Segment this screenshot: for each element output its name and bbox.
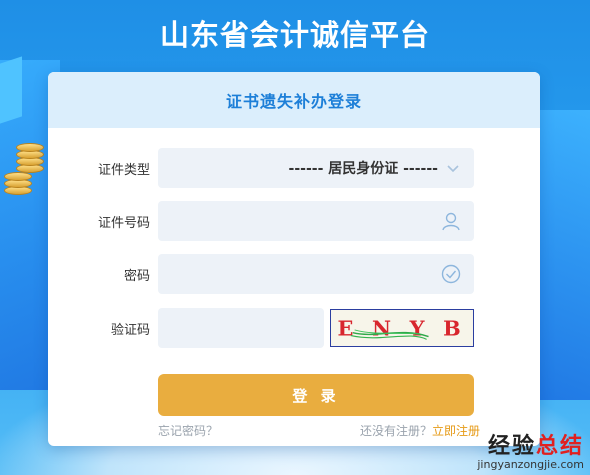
watermark: 经验总结 jingyanzongjie.com — [477, 433, 584, 471]
form-links: 忘记密码？ 还没有注册？立即注册 — [158, 422, 480, 442]
coin-stack-icon — [2, 138, 46, 198]
register-prompt: 还没有注册？立即注册 — [360, 422, 480, 439]
watermark-url: jingyanzongjie.com — [477, 457, 584, 471]
captcha-image[interactable]: E N Y B — [330, 309, 474, 347]
cert-number-label: 证件号码 — [97, 215, 150, 231]
background-decoration-right — [538, 110, 590, 400]
cert-number-field — [158, 201, 474, 241]
no-account-text: 还没有注册？ — [359, 424, 432, 438]
watermark-logo: 经验总结 — [477, 433, 584, 459]
cert-type-selected: ------ 居民身份证 ------ — [288, 161, 438, 177]
check-circle-icon — [441, 264, 461, 284]
cert-number-row: 证件号码 — [48, 201, 540, 241]
cert-type-select[interactable]: ------ 居民身份证 ------ — [158, 148, 474, 188]
cert-type-row: 证件类型 ------ 居民身份证 ------ — [48, 148, 540, 188]
captcha-field — [158, 308, 324, 348]
password-input[interactable] — [158, 254, 474, 294]
cert-number-input[interactable] — [158, 201, 474, 241]
card-header: 证书遗失补办登录 — [48, 72, 540, 128]
forgot-password-link[interactable]: 忘记密码？ — [158, 422, 218, 439]
captcha-label: 验证码 — [110, 322, 150, 338]
user-icon — [442, 212, 460, 231]
login-button[interactable]: 登 录 — [158, 374, 474, 416]
password-field — [158, 254, 474, 294]
chevron-down-icon — [447, 165, 459, 173]
watermark-cn-left: 经验 — [487, 433, 536, 459]
background-block-left — [0, 56, 22, 124]
watermark-cn-right: 总结 — [535, 433, 584, 459]
captcha-row: 验证码 E N Y B — [48, 308, 540, 348]
register-link[interactable]: 立即注册 — [432, 424, 480, 438]
page-title: 山东省会计诚信平台 — [159, 18, 430, 52]
password-row: 密码 — [48, 254, 540, 294]
cert-type-label: 证件类型 — [97, 162, 150, 178]
password-label: 密码 — [123, 268, 150, 284]
login-card: 证书遗失补办登录 证件类型 ------ 居民身份证 ------ 证件号码 密… — [48, 72, 540, 446]
captcha-input[interactable] — [158, 308, 324, 348]
card-title: 证书遗失补办登录 — [225, 92, 362, 111]
